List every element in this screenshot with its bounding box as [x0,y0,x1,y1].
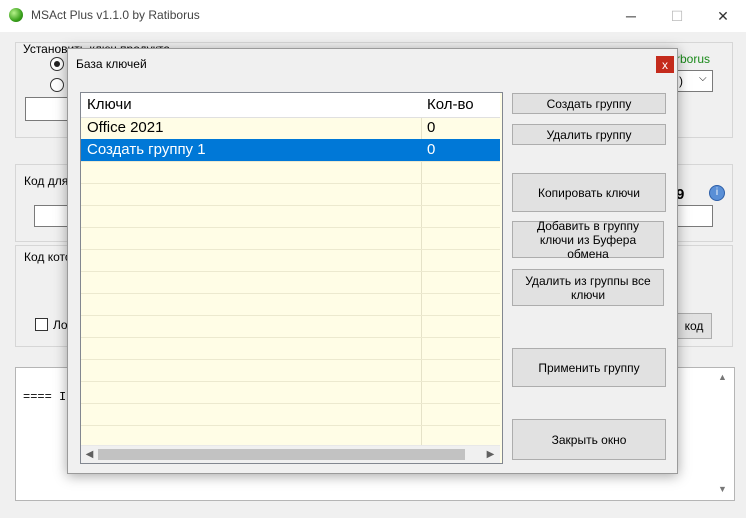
option-checkbox[interactable] [35,318,48,331]
close-window-button[interactable]: Закрыть окно [512,419,666,460]
dialog-close-button[interactable]: x [656,56,674,73]
horizontal-scrollbar[interactable]: ◀ ▶ [81,445,500,463]
app-logo-icon [9,8,23,22]
key-database-dialog: База ключей x Ключи Кол-во Office 2021 0… [67,48,678,474]
option-checkbox-label: Ло [53,318,68,332]
keys-grid[interactable]: Ключи Кол-во Office 2021 0 Создать групп… [80,92,503,464]
window-title: MSAct Plus v1.1.0 by Ratiborus [31,8,200,22]
dialog-title: База ключей [76,57,147,71]
code-output[interactable] [676,205,713,227]
add-keys-from-clipboard-button[interactable]: Добавить в группу ключи из Буфера обмена [512,219,664,261]
delete-all-keys-button[interactable]: Удалить из группы все ключи [512,269,664,306]
scroll-right-icon[interactable]: ▶ [483,447,498,462]
column-header-count[interactable]: Кол-во [427,93,474,117]
table-row-selected[interactable]: Создать группу 1 0 [81,139,500,161]
row-key-count: 0 [427,141,436,158]
row-key-name: Создать группу 1 [87,141,206,158]
scrollbar-thumb[interactable] [98,449,465,460]
scroll-left-icon[interactable]: ◀ [82,447,97,462]
code-button[interactable]: код [676,313,712,339]
table-row[interactable]: Office 2021 0 [81,117,500,139]
apply-group-button[interactable]: Применить группу [512,348,666,387]
row-key-name: Office 2021 [87,119,164,136]
author-label: rborus [676,52,711,66]
radio-option-1[interactable] [50,57,64,71]
delete-group-button[interactable]: Удалить группу [512,124,666,145]
create-group-button[interactable]: Создать группу [512,93,666,114]
radio-option-2[interactable] [50,78,64,92]
row-key-count: 0 [427,119,436,136]
minimize-button[interactable]: ─ [608,0,654,32]
close-button[interactable]: ✕ [700,0,746,32]
chevron-down-icon: ⌵ [699,73,707,84]
grid-header: Ключи Кол-во [81,93,500,118]
title-bar: MSAct Plus v1.1.0 by Ratiborus ─ ☐ ✕ [0,0,746,32]
info-icon[interactable]: i [709,185,725,201]
scroll-down-icon[interactable]: ▼ [718,484,727,494]
maximize-button[interactable]: ☐ [654,0,700,32]
confirm-code-group-label: Код кото [24,250,72,264]
combo-value: ) [679,74,683,88]
column-header-keys[interactable]: Ключи [87,93,132,117]
code-group-label: Код для [24,174,69,188]
copy-keys-button[interactable]: Копировать ключи [512,173,666,212]
scroll-up-icon[interactable]: ▲ [718,372,727,382]
option-combo[interactable]: ) ⌵ [676,70,713,92]
log-text: ==== I [23,390,67,404]
